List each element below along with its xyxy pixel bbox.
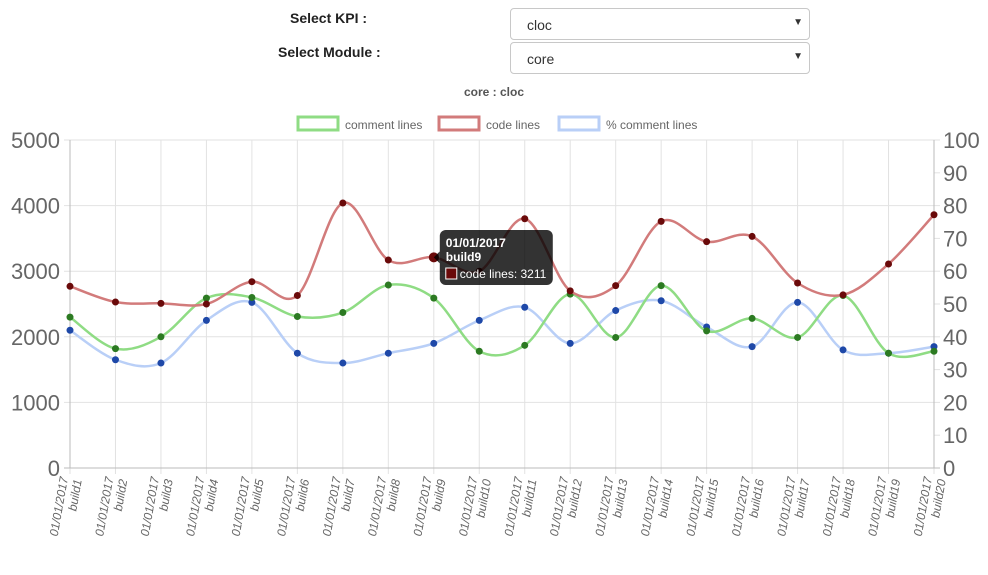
y-right-tick-label: 80 xyxy=(943,194,967,219)
legend-label: comment lines xyxy=(345,118,422,132)
x-tick-label: 01/01/2017build8 xyxy=(365,474,403,537)
x-tick-label: 01/01/2017build12 xyxy=(547,474,585,537)
tooltip-subtitle: build9 xyxy=(446,250,482,264)
data-point xyxy=(703,327,711,335)
line-chart: 0100020003000400050000102030405060708090… xyxy=(11,115,980,537)
data-point xyxy=(566,287,574,295)
y-right-tick-label: 40 xyxy=(943,325,967,350)
data-point xyxy=(339,359,347,367)
data-point xyxy=(930,347,938,355)
data-point xyxy=(475,316,483,324)
legend-swatch xyxy=(557,115,601,132)
x-tick-label: 01/01/2017build1 xyxy=(47,474,85,537)
data-point xyxy=(293,291,301,299)
data-point xyxy=(293,312,301,320)
data-point xyxy=(111,298,119,306)
y-right-tick-label: 50 xyxy=(943,292,967,317)
data-point xyxy=(202,316,210,324)
data-point xyxy=(293,349,301,357)
data-point xyxy=(794,298,802,306)
data-point xyxy=(521,341,529,349)
x-tick-label: 01/01/2017build7 xyxy=(320,474,358,537)
data-point xyxy=(384,256,392,264)
y-right-tick-label: 100 xyxy=(943,128,980,153)
data-point xyxy=(111,356,119,364)
x-tick-label: 01/01/2017build6 xyxy=(274,474,312,537)
x-tick-label: 01/01/2017build20 xyxy=(911,474,949,537)
y-left-tick-label: 5000 xyxy=(11,128,60,153)
tooltip-swatch xyxy=(445,267,458,280)
tooltip-text: code lines: 3211 xyxy=(460,267,547,281)
data-point xyxy=(202,300,210,308)
data-point xyxy=(66,282,74,290)
y-left-tick-label: 4000 xyxy=(11,194,60,219)
x-tick-label: 01/01/2017build13 xyxy=(592,474,630,537)
x-tick-label: 01/01/2017build4 xyxy=(183,474,221,537)
y-left-tick-label: 1000 xyxy=(11,390,60,415)
data-point xyxy=(111,345,119,353)
data-point xyxy=(566,339,574,347)
data-point xyxy=(430,294,438,302)
legend-label: % comment lines xyxy=(606,118,697,132)
data-point xyxy=(384,281,392,289)
data-point xyxy=(430,339,438,347)
data-point xyxy=(748,232,756,240)
data-point xyxy=(521,215,529,223)
x-tick-label: 01/01/2017build19 xyxy=(865,474,903,537)
x-tick-label: 01/01/2017build16 xyxy=(729,474,767,537)
legend-label: code lines xyxy=(486,118,540,132)
data-point xyxy=(885,349,893,357)
data-point xyxy=(384,349,392,357)
x-tick-label: 01/01/2017build9 xyxy=(411,474,449,537)
data-point xyxy=(794,279,802,287)
data-point xyxy=(748,343,756,351)
data-point xyxy=(885,260,893,268)
legend-swatch xyxy=(437,115,481,132)
data-point xyxy=(248,278,256,286)
tooltip-title: 01/01/2017 xyxy=(446,236,506,250)
y-right-tick-label: 60 xyxy=(943,259,967,284)
y-right-tick-label: 90 xyxy=(943,161,967,186)
x-tick-label: 01/01/2017build17 xyxy=(774,474,812,537)
data-point xyxy=(657,282,665,290)
data-point xyxy=(66,326,74,334)
data-point xyxy=(612,282,620,290)
series-line xyxy=(69,283,935,359)
data-point xyxy=(930,211,938,219)
data-point xyxy=(748,314,756,322)
y-left-tick-label: 2000 xyxy=(11,325,60,350)
y-left-tick-label: 3000 xyxy=(11,259,60,284)
data-point xyxy=(339,309,347,317)
data-point xyxy=(521,303,529,311)
data-point xyxy=(248,293,256,301)
y-right-tick-label: 20 xyxy=(943,390,967,415)
y-right-tick-label: 10 xyxy=(943,423,967,448)
data-point xyxy=(839,346,847,354)
data-point xyxy=(657,217,665,225)
x-tick-label: 01/01/2017build11 xyxy=(502,474,540,537)
data-point xyxy=(157,333,165,341)
x-tick-label: 01/01/2017build5 xyxy=(229,474,267,537)
data-point xyxy=(66,313,74,321)
x-tick-label: 01/01/2017build2 xyxy=(92,474,130,537)
data-point xyxy=(339,199,347,207)
x-tick-label: 01/01/2017build15 xyxy=(683,474,721,537)
data-point xyxy=(475,347,483,355)
data-point xyxy=(839,291,847,299)
y-right-tick-label: 0 xyxy=(943,456,955,481)
data-point xyxy=(157,299,165,307)
data-point xyxy=(612,333,620,341)
x-tick-label: 01/01/2017build3 xyxy=(138,474,176,537)
data-point xyxy=(157,359,165,367)
data-point xyxy=(703,238,711,246)
x-tick-label: 01/01/2017build10 xyxy=(456,474,494,537)
x-tick-label: 01/01/2017build14 xyxy=(638,474,676,537)
y-right-tick-label: 70 xyxy=(943,226,967,251)
data-point xyxy=(612,307,620,315)
legend-swatch xyxy=(296,115,340,132)
data-point xyxy=(794,333,802,341)
y-right-tick-label: 30 xyxy=(943,358,967,383)
x-tick-label: 01/01/2017build18 xyxy=(820,474,858,537)
data-point xyxy=(657,297,665,305)
